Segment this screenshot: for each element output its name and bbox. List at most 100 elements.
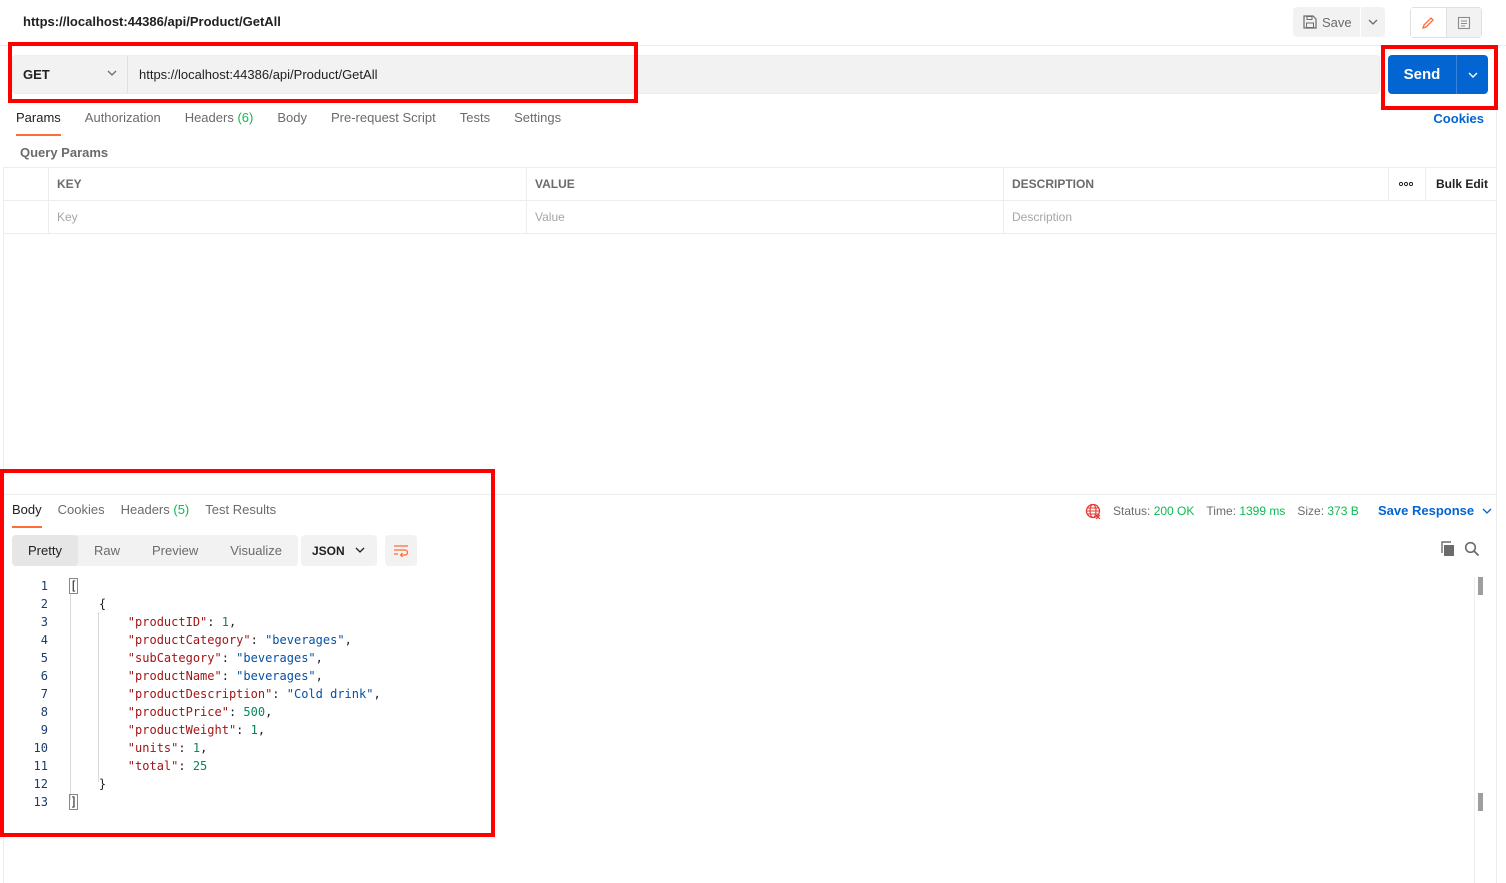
http-method-select[interactable]: GET	[13, 56, 128, 93]
send-button-group: Send	[1388, 55, 1488, 94]
code-line: 4 "productCategory": "beverages",	[12, 631, 1472, 649]
tab-headers[interactable]: Headers (6)	[185, 110, 254, 136]
code-line: 13]	[12, 793, 1472, 811]
edit-mode-button[interactable]	[1411, 8, 1447, 37]
line-number: 13	[33, 795, 48, 809]
chevron-down-icon	[1482, 508, 1492, 514]
time-info[interactable]: Time: 1399 ms	[1206, 504, 1285, 518]
code-line: 3 "productID": 1,	[12, 613, 1472, 631]
checkbox-column	[4, 168, 48, 200]
json-value: "Cold drink"	[286, 687, 374, 701]
tab-response-cookies[interactable]: Cookies	[58, 502, 105, 528]
line-number: 4	[40, 633, 48, 647]
description-input[interactable]: Description	[1003, 201, 1496, 233]
line-number: 12	[33, 777, 48, 791]
response-meta: Status: 200 OK Time: 1399 ms Size: 373 B	[1085, 503, 1371, 519]
format-select[interactable]: JSON	[301, 535, 377, 566]
view-preview-button[interactable]: Preview	[136, 535, 214, 566]
value-column-header: VALUE	[526, 168, 1003, 200]
code-text: "productCategory": "beverages",	[127, 633, 352, 647]
bracket: ]	[68, 794, 79, 810]
tab-test-results[interactable]: Test Results	[205, 502, 276, 528]
json-value: 25	[192, 759, 208, 773]
wrap-lines-button[interactable]	[385, 535, 417, 566]
bulk-edit-button[interactable]: Bulk Edit	[1425, 168, 1496, 200]
documentation-mode-button[interactable]	[1446, 8, 1481, 37]
table-row: Key Value Description	[4, 201, 1496, 234]
json-key: "productWeight"	[127, 723, 237, 737]
view-mode-segmented: Pretty Raw Preview Visualize	[12, 535, 299, 566]
time-value: 1399 ms	[1239, 504, 1286, 518]
view-visualize-button[interactable]: Visualize	[214, 535, 298, 566]
tab-label: Body	[277, 110, 307, 125]
code-line: 6 "productName": "beverages",	[12, 667, 1472, 685]
response-body-editor[interactable]: 1 [ 2 { 3 "productID": 1, 4 "productCateg…	[12, 577, 1472, 817]
json-comma: ,	[200, 741, 208, 755]
code-line: 7 "productDescription": "Cold drink",	[12, 685, 1472, 703]
query-params-table: KEY VALUE DESCRIPTION Bulk Edit Key Valu…	[4, 167, 1496, 234]
view-raw-button[interactable]: Raw	[78, 535, 136, 566]
size-value: 373 B	[1327, 504, 1359, 518]
scrollbar-marker	[1478, 577, 1483, 595]
tab-label: Test Results	[205, 502, 277, 517]
size-info[interactable]: Size: 373 B	[1297, 504, 1358, 518]
json-key: "total"	[127, 759, 179, 773]
pane-divider[interactable]	[0, 494, 1496, 495]
tab-params[interactable]: Params	[16, 110, 61, 136]
code-line: 5 "subCategory": "beverages",	[12, 649, 1472, 667]
tab-label: Settings	[514, 110, 562, 125]
code-text: [	[68, 577, 79, 595]
code-text: "productPrice": 500,	[127, 705, 273, 719]
tab-label: Body	[12, 502, 42, 517]
url-input[interactable]	[129, 56, 1369, 93]
line-number: 7	[40, 687, 48, 701]
save-button[interactable]: Save	[1293, 7, 1360, 37]
code-text: "subCategory": "beverages",	[127, 651, 323, 665]
cookies-link[interactable]: Cookies	[1433, 111, 1484, 126]
tab-settings[interactable]: Settings	[514, 110, 561, 136]
tab-authorization[interactable]: Authorization	[85, 110, 161, 136]
json-comma: ,	[315, 651, 323, 665]
more-options-button[interactable]	[1388, 168, 1425, 200]
tab-body[interactable]: Body	[277, 110, 307, 136]
query-params-title: Query Params	[20, 145, 109, 160]
send-options-button[interactable]	[1457, 55, 1488, 94]
table-header-row: KEY VALUE DESCRIPTION Bulk Edit	[4, 168, 1496, 201]
row-checkbox-cell	[4, 201, 48, 233]
description-column-header: DESCRIPTION	[1003, 168, 1388, 200]
line-number: 3	[40, 615, 48, 629]
key-column-header: KEY	[48, 168, 526, 200]
save-options-button[interactable]	[1361, 7, 1385, 37]
status-info[interactable]: Status: 200 OK	[1113, 504, 1194, 518]
code-line: 8 "productPrice": 500,	[12, 703, 1472, 721]
view-pretty-button[interactable]: Pretty	[12, 535, 78, 566]
pencil-icon	[1422, 16, 1435, 29]
save-icon	[1303, 15, 1317, 29]
code-text: "productDescription": "Cold drink",	[127, 687, 381, 701]
search-icon[interactable]	[1464, 541, 1480, 557]
code-text: }	[70, 775, 106, 793]
json-key: "productID"	[127, 615, 208, 629]
line-number: 5	[40, 651, 48, 665]
line-number: 6	[40, 669, 48, 683]
wrap-lines-icon	[394, 544, 409, 557]
editor-scrollbar[interactable]	[1474, 577, 1475, 883]
code-line: 2 {	[12, 595, 1472, 613]
save-button-group: Save	[1293, 7, 1385, 37]
chevron-down-icon	[355, 547, 365, 553]
json-value: "beverages"	[265, 633, 345, 647]
value-input[interactable]: Value	[526, 201, 1003, 233]
copy-icon[interactable]	[1440, 541, 1456, 557]
save-response-button[interactable]: Save Response	[1378, 503, 1492, 518]
json-comma: ,	[373, 687, 381, 701]
panel-border	[1496, 46, 1497, 883]
tab-response-body[interactable]: Body	[12, 502, 42, 528]
network-globe-icon[interactable]	[1085, 503, 1101, 519]
send-button[interactable]: Send	[1388, 55, 1456, 94]
tab-pre-request-script[interactable]: Pre-request Script	[331, 110, 436, 136]
request-title[interactable]: https://localhost:44386/api/Product/GetA…	[23, 14, 281, 29]
json-value: 1	[221, 615, 229, 629]
key-input[interactable]: Key	[48, 201, 526, 233]
tab-tests[interactable]: Tests	[460, 110, 490, 136]
tab-response-headers[interactable]: Headers (5)	[121, 502, 190, 528]
